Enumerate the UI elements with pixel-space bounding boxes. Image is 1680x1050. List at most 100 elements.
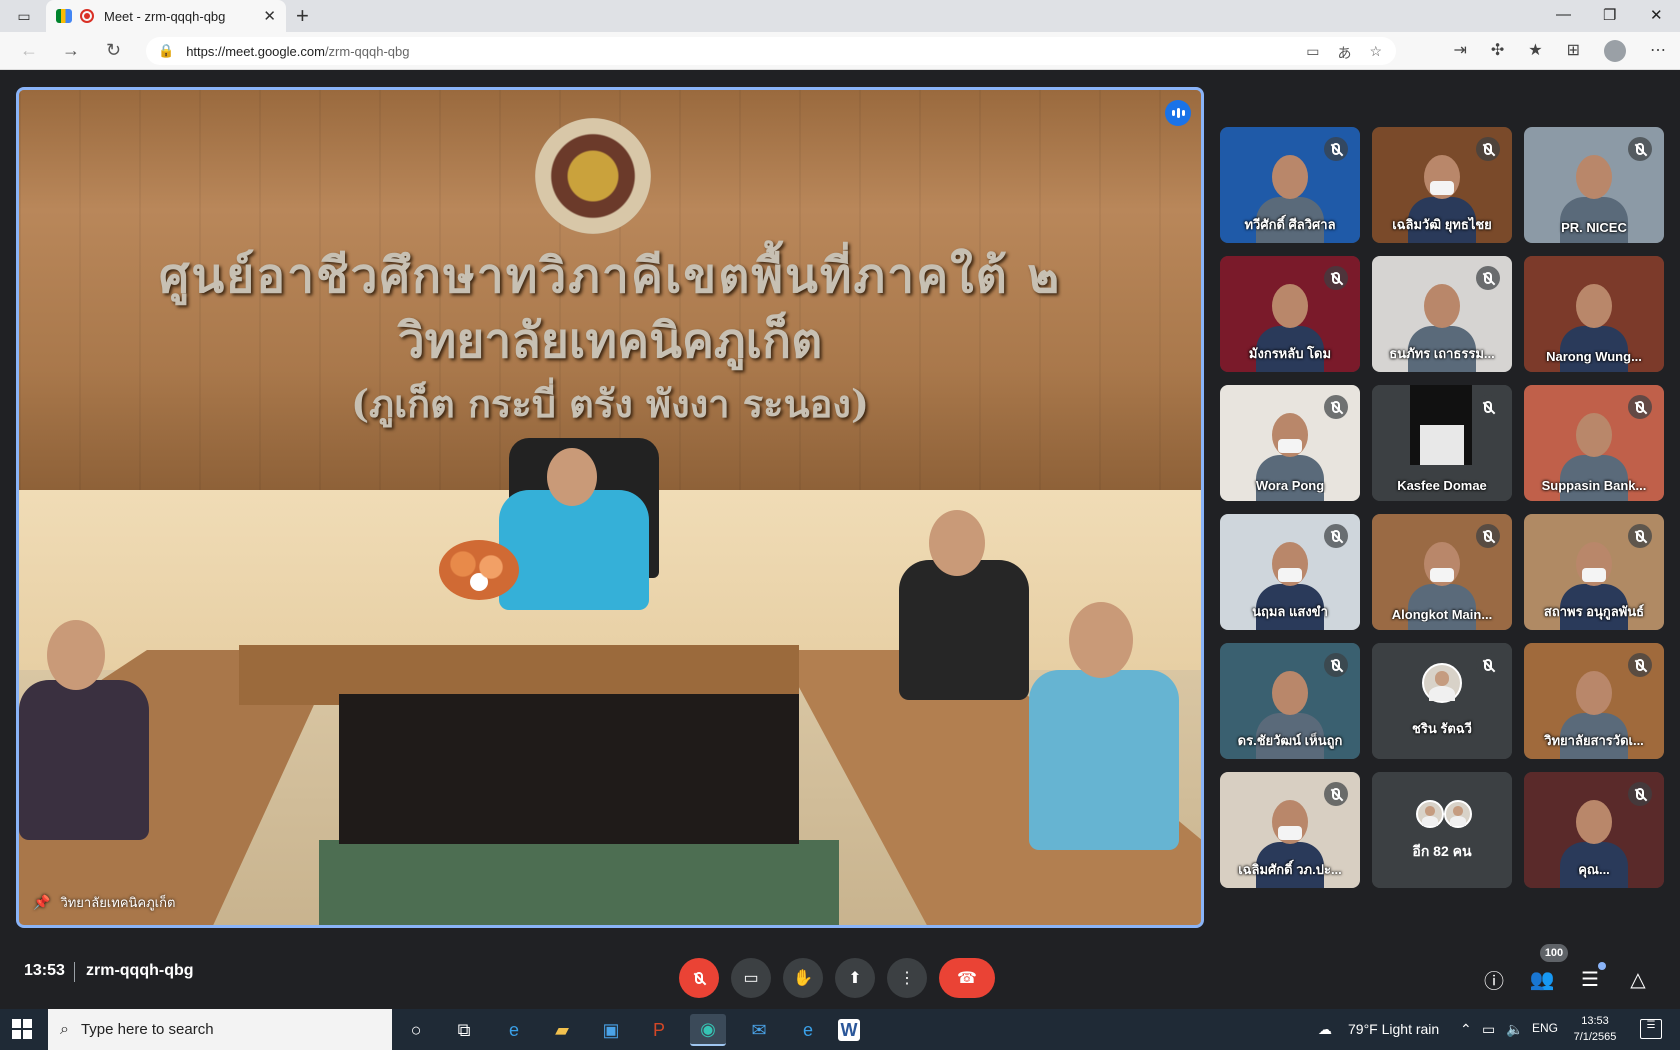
participant-name: มังกรหลับ โดม [1248, 346, 1332, 361]
face-mask [1278, 568, 1302, 582]
extension-arrow-icon[interactable]: ⇥ [1453, 40, 1466, 62]
camera-light [1420, 425, 1464, 465]
people-button[interactable]: 👥 [1529, 966, 1555, 992]
muted-mic-icon [1628, 782, 1652, 806]
participant-tile[interactable]: ดร.ชัยวัฒน์ เห็นถูก [1220, 643, 1360, 759]
people-icon: 👥 [1529, 968, 1555, 991]
store-icon[interactable]: ▣ [593, 1014, 629, 1046]
profile-avatar[interactable] [1604, 40, 1626, 62]
browser-tab-meet[interactable]: Meet - zrm-qqqh-qbg ✕ [46, 0, 286, 32]
participant-tile[interactable]: เฉลิมวัฒิ ยุทธไชย [1372, 127, 1512, 243]
meeting-details-button[interactable]: ⓘ [1481, 966, 1507, 993]
notifications-icon[interactable]: ☰ [1640, 1019, 1662, 1039]
participant-tile[interactable]: วิทยาลัยสารวัดเ... [1524, 643, 1664, 759]
participant-tile[interactable]: ทวีศักดิ์ ศีลวิศาล [1220, 127, 1360, 243]
muted-mic-icon [1324, 524, 1348, 548]
raise-hand-button[interactable]: ✋ [783, 958, 823, 998]
camera-icon: ▭ [743, 970, 759, 987]
participant-tile[interactable]: Narong Wung... [1524, 256, 1664, 372]
participant-tile[interactable]: Suppasin Bank... [1524, 385, 1664, 501]
window-close-button[interactable]: ✕ [1650, 6, 1663, 24]
file-explorer-icon[interactable]: ▰ [544, 1014, 580, 1046]
tab-actions-icon[interactable]: ▭ [10, 6, 38, 26]
tab-close-icon[interactable]: ✕ [263, 7, 276, 25]
edge-icon[interactable]: ◉ [690, 1014, 726, 1046]
url-action-icons: ▭ あ ☆ [1306, 43, 1382, 63]
menu-more-icon[interactable]: ⋯ [1650, 40, 1666, 62]
more-options-button[interactable]: ⋮ [887, 958, 927, 998]
participant-tile[interactable]: เฉลิมศักดิ์ วภ.ปะ... [1220, 772, 1360, 888]
favorite-add-icon[interactable]: ☆ [1369, 43, 1382, 63]
participant-head [1424, 284, 1460, 328]
favorites-icon[interactable]: ★ [1528, 40, 1542, 62]
mic-off-icon [695, 972, 703, 984]
chat-icon: ☰ [1581, 968, 1599, 991]
participant-tile[interactable]: มังกรหลับ โดม [1220, 256, 1360, 372]
flower-arrangement [439, 540, 519, 600]
more-participants-label: อีก 82 คน [1412, 843, 1472, 859]
chat-button[interactable]: ☰ [1577, 966, 1603, 992]
participant-tile[interactable]: Wora Pong [1220, 385, 1360, 501]
participant-tile[interactable]: สถาพร อนุกูลพันธ์ [1524, 514, 1664, 630]
muted-mic-icon [1324, 653, 1348, 677]
participant-tile[interactable]: นฤมล แสงขำ [1220, 514, 1360, 630]
participant-name: Suppasin Bank... [1541, 478, 1647, 493]
volume-icon[interactable]: 🔈 [1506, 1021, 1523, 1038]
divider [74, 962, 75, 982]
browser-tab-bar: ▭ Meet - zrm-qqqh-qbg ✕ + — ❐ ✕ [0, 0, 1680, 32]
maximize-button[interactable]: ❐ [1603, 6, 1616, 24]
microphone-toggle-button[interactable] [679, 958, 719, 998]
participant-tile[interactable]: อีก 82 คน [1372, 772, 1512, 888]
meeting-time: 13:53 [24, 962, 65, 979]
internet-explorer-icon[interactable]: e [496, 1014, 532, 1046]
face-mask [1278, 826, 1302, 840]
participant-name: ดร.ชัยวัฒน์ เห็นถูก [1237, 733, 1343, 748]
main-participant-label: 📌 วิทยาลัยเทคนิคภูเก็ต [33, 892, 175, 913]
network-icon[interactable]: ▭ [1482, 1021, 1495, 1038]
meet-stage: ศูนย์อาชีวศึกษาทวิภาคีเขตพื้นที่ภาคใต้ ๒… [0, 71, 1680, 1010]
translate-icon[interactable]: あ [1337, 43, 1351, 63]
forward-button[interactable]: → [62, 40, 80, 61]
url-field[interactable]: 🔒 https://meet.google.com/zrm-qqqh-qbg ▭… [146, 37, 1396, 65]
start-button[interactable] [12, 1019, 32, 1039]
leave-call-button[interactable]: ☎ [939, 958, 995, 998]
taskbar-clock[interactable]: 13:53 7/1/2565 [1562, 1013, 1628, 1045]
collections-icon[interactable]: ⊞ [1567, 40, 1580, 62]
participant-tile[interactable]: Alongkot Main... [1372, 514, 1512, 630]
main-speaker-video[interactable]: ศูนย์อาชีวศึกษาทวิภาคีเขตพื้นที่ภาคใต้ ๒… [16, 87, 1204, 928]
weather-text[interactable]: 79°F Light rain [1348, 1021, 1439, 1037]
language-indicator[interactable]: ENG [1532, 1021, 1558, 1035]
task-view-icon[interactable]: ⧉ [446, 1014, 482, 1046]
minimize-button[interactable]: — [1556, 6, 1571, 23]
participant-head [1576, 800, 1612, 844]
face-mask [1278, 439, 1302, 453]
internet-explorer-2-icon[interactable]: e [790, 1014, 826, 1046]
person-left [19, 680, 149, 840]
reload-button[interactable]: ↻ [106, 40, 121, 61]
cortana-icon[interactable]: ○ [398, 1014, 434, 1046]
other-participant-avatar [1444, 800, 1472, 828]
taskbar-search[interactable]: ⌕ Type here to search [48, 1009, 392, 1050]
participant-tile[interactable]: PR. NICEC [1524, 127, 1664, 243]
back-button[interactable]: ← [20, 40, 38, 61]
muted-mic-icon [1476, 266, 1500, 290]
activities-button[interactable]: △ [1625, 966, 1651, 992]
present-now-button[interactable]: ⬆ [835, 958, 875, 998]
extensions-icon[interactable]: ✣ [1491, 40, 1504, 62]
present-icon: ⬆ [848, 970, 862, 987]
participant-tile[interactable]: ธนภัทร เถาธรรม... [1372, 256, 1512, 372]
word-icon[interactable]: W [838, 1019, 860, 1041]
participant-name: เฉลิมวัฒิ ยุทธไชย [1392, 217, 1492, 232]
pin-icon[interactable]: 📌 [33, 894, 50, 911]
participant-tile[interactable]: คุณ... [1524, 772, 1664, 888]
windows-taskbar: ⌕ Type here to search ○ ⧉ e ▰ ▣ P ◉ ✉ e … [0, 1009, 1680, 1050]
mail-icon[interactable]: ✉ [741, 1014, 777, 1046]
participant-tile[interactable]: Kasfee Domae [1372, 385, 1512, 501]
participant-tile[interactable]: ชริน รัตฉวี [1372, 643, 1512, 759]
weather-icon[interactable]: ☁ [1318, 1021, 1332, 1038]
camera-in-use-icon[interactable]: ▭ [1306, 43, 1319, 63]
powerpoint-icon[interactable]: P [641, 1014, 677, 1046]
show-hidden-icons[interactable]: ⌃ [1460, 1021, 1472, 1038]
new-tab-button[interactable]: + [296, 3, 309, 29]
camera-toggle-button[interactable]: ▭ [731, 958, 771, 998]
